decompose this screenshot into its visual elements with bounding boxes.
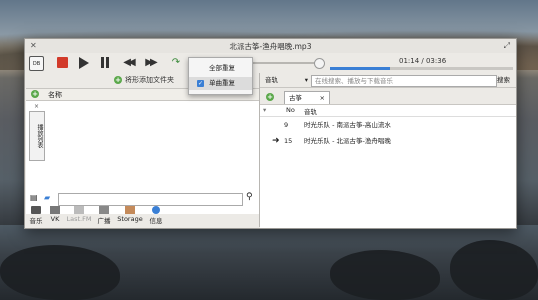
sort-icon[interactable]: ▾ bbox=[263, 106, 266, 114]
tab-label: Storage bbox=[117, 215, 143, 223]
add-folder-label: 将形添加文件夹 bbox=[125, 76, 174, 84]
right-panel: 音轨 ▾ 在线搜索、播放与下载音乐 搜索 + 古筝 × ▾ No 音轨 9 时光… bbox=[260, 73, 516, 228]
tab-storage[interactable]: Storage bbox=[116, 206, 144, 223]
track-list: ▾ No 音轨 9 时光乐队 - 南派古筝-高山流水 ➜ 15 时光乐队 - 北… bbox=[260, 104, 516, 228]
time-display: 01:14 / 03:36 bbox=[399, 57, 447, 65]
storage-icon bbox=[125, 206, 135, 214]
player-window: ✕ 北派古筝-渔舟唱晚.mp3 ⤢ DB ◀◀ ▶▶ ↷ 01:14 / 03:… bbox=[24, 38, 517, 229]
now-playing-arrow-icon: ➜ bbox=[272, 136, 280, 146]
no-column-header[interactable]: No bbox=[286, 106, 295, 114]
playlist-tabs: + 古筝 × bbox=[260, 90, 516, 104]
playback-toolbar: DB ◀◀ ▶▶ ↷ 01:14 / 03:36 bbox=[25, 53, 516, 73]
maximize-icon[interactable]: ⤢ bbox=[504, 41, 510, 51]
app-menu-button[interactable]: DB bbox=[29, 56, 44, 71]
source-tabs: 音乐 VK Last.FM 广播 Storage 信息 bbox=[28, 206, 203, 226]
tab-music[interactable]: 音乐 bbox=[28, 206, 44, 225]
stop-button[interactable] bbox=[57, 57, 68, 68]
repeat-icon[interactable]: ↷ bbox=[171, 56, 181, 69]
checkbox-checked-icon: ✓ bbox=[197, 80, 204, 87]
tab-info[interactable]: 信息 bbox=[148, 206, 164, 225]
track-title: 时光乐队 - 北派古筝-渔舟唱晚 bbox=[304, 137, 391, 145]
online-search-bar: 音轨 ▾ 在线搜索、播放与下载音乐 搜索 bbox=[260, 73, 516, 88]
menu-item-label: 单曲重复 bbox=[209, 79, 235, 87]
seek-bar-fill bbox=[330, 67, 390, 70]
add-icon: + bbox=[114, 76, 122, 84]
vk-icon bbox=[50, 206, 60, 214]
search-mode-select[interactable]: 音轨 ▾ bbox=[262, 75, 311, 85]
tab-label: Last.FM bbox=[66, 215, 92, 223]
tab-radio[interactable]: 广播 bbox=[96, 206, 112, 225]
tab-label: 古筝 bbox=[289, 94, 302, 102]
document-icon[interactable]: ▤ bbox=[30, 193, 38, 202]
volume-slider-handle[interactable] bbox=[314, 58, 325, 69]
tab-label: 音乐 bbox=[29, 217, 43, 225]
music-library-icon bbox=[31, 206, 41, 214]
add-icon[interactable]: + bbox=[31, 90, 39, 98]
add-folder-button[interactable]: + 将形添加文件夹 bbox=[114, 75, 174, 85]
search-button[interactable]: 搜索 bbox=[497, 75, 510, 85]
close-icon[interactable]: × bbox=[34, 103, 39, 110]
track-number: 9 bbox=[284, 121, 289, 129]
close-icon[interactable]: × bbox=[320, 92, 325, 104]
track-number: 15 bbox=[284, 137, 293, 145]
track-column-header[interactable]: 音轨 bbox=[304, 106, 317, 116]
playlist-tab[interactable]: 古筝 × bbox=[284, 91, 330, 104]
next-button[interactable]: ▶▶ bbox=[143, 56, 157, 69]
track-row[interactable]: 9 时光乐队 - 南派古筝-高山流水 bbox=[260, 119, 516, 131]
filter-input[interactable] bbox=[58, 193, 243, 206]
dropdown-arrow-icon: ▾ bbox=[304, 76, 308, 84]
search-icon[interactable]: ⚲ bbox=[246, 192, 253, 202]
tab-label: VK bbox=[50, 215, 60, 223]
info-icon bbox=[152, 206, 160, 214]
lastfm-icon bbox=[74, 206, 84, 214]
pause-button[interactable] bbox=[100, 56, 110, 69]
tab-label: 广播 bbox=[97, 217, 111, 225]
menu-item-repeat-all[interactable]: 全部重复 bbox=[189, 62, 252, 75]
previous-button[interactable]: ◀◀ bbox=[121, 56, 135, 69]
menu-item-repeat-one[interactable]: ✓ 单曲重复 bbox=[189, 77, 252, 90]
radio-icon bbox=[99, 206, 109, 214]
search-mode-label: 音轨 bbox=[265, 76, 278, 84]
play-button[interactable] bbox=[79, 57, 89, 69]
tab-lastfm[interactable]: Last.FM bbox=[66, 206, 92, 223]
add-tab-icon[interactable]: + bbox=[266, 93, 274, 101]
track-list-header: ▾ No 音轨 bbox=[260, 105, 516, 117]
online-search-input[interactable]: 在线搜索、播放与下载音乐 bbox=[311, 75, 497, 87]
playlist-vertical-tab[interactable]: 播放列表 bbox=[29, 111, 45, 161]
name-column-header[interactable]: 名称 bbox=[48, 90, 62, 100]
tab-vk[interactable]: VK bbox=[48, 206, 62, 223]
tab-label: 信息 bbox=[149, 217, 163, 225]
track-title: 时光乐队 - 南派古筝-高山流水 bbox=[304, 121, 391, 129]
track-row[interactable]: ➜ 15 时光乐队 - 北派古筝-渔舟唱晚 bbox=[260, 135, 516, 147]
repeat-menu: 全部重复 ✓ 单曲重复 bbox=[188, 57, 253, 95]
window-title: 北派古筝-渔舟唱晚.mp3 bbox=[229, 42, 312, 51]
folder-icon[interactable]: ▰ bbox=[44, 193, 50, 202]
titlebar[interactable]: ✕ 北派古筝-渔舟唱晚.mp3 ⤢ bbox=[25, 39, 516, 53]
